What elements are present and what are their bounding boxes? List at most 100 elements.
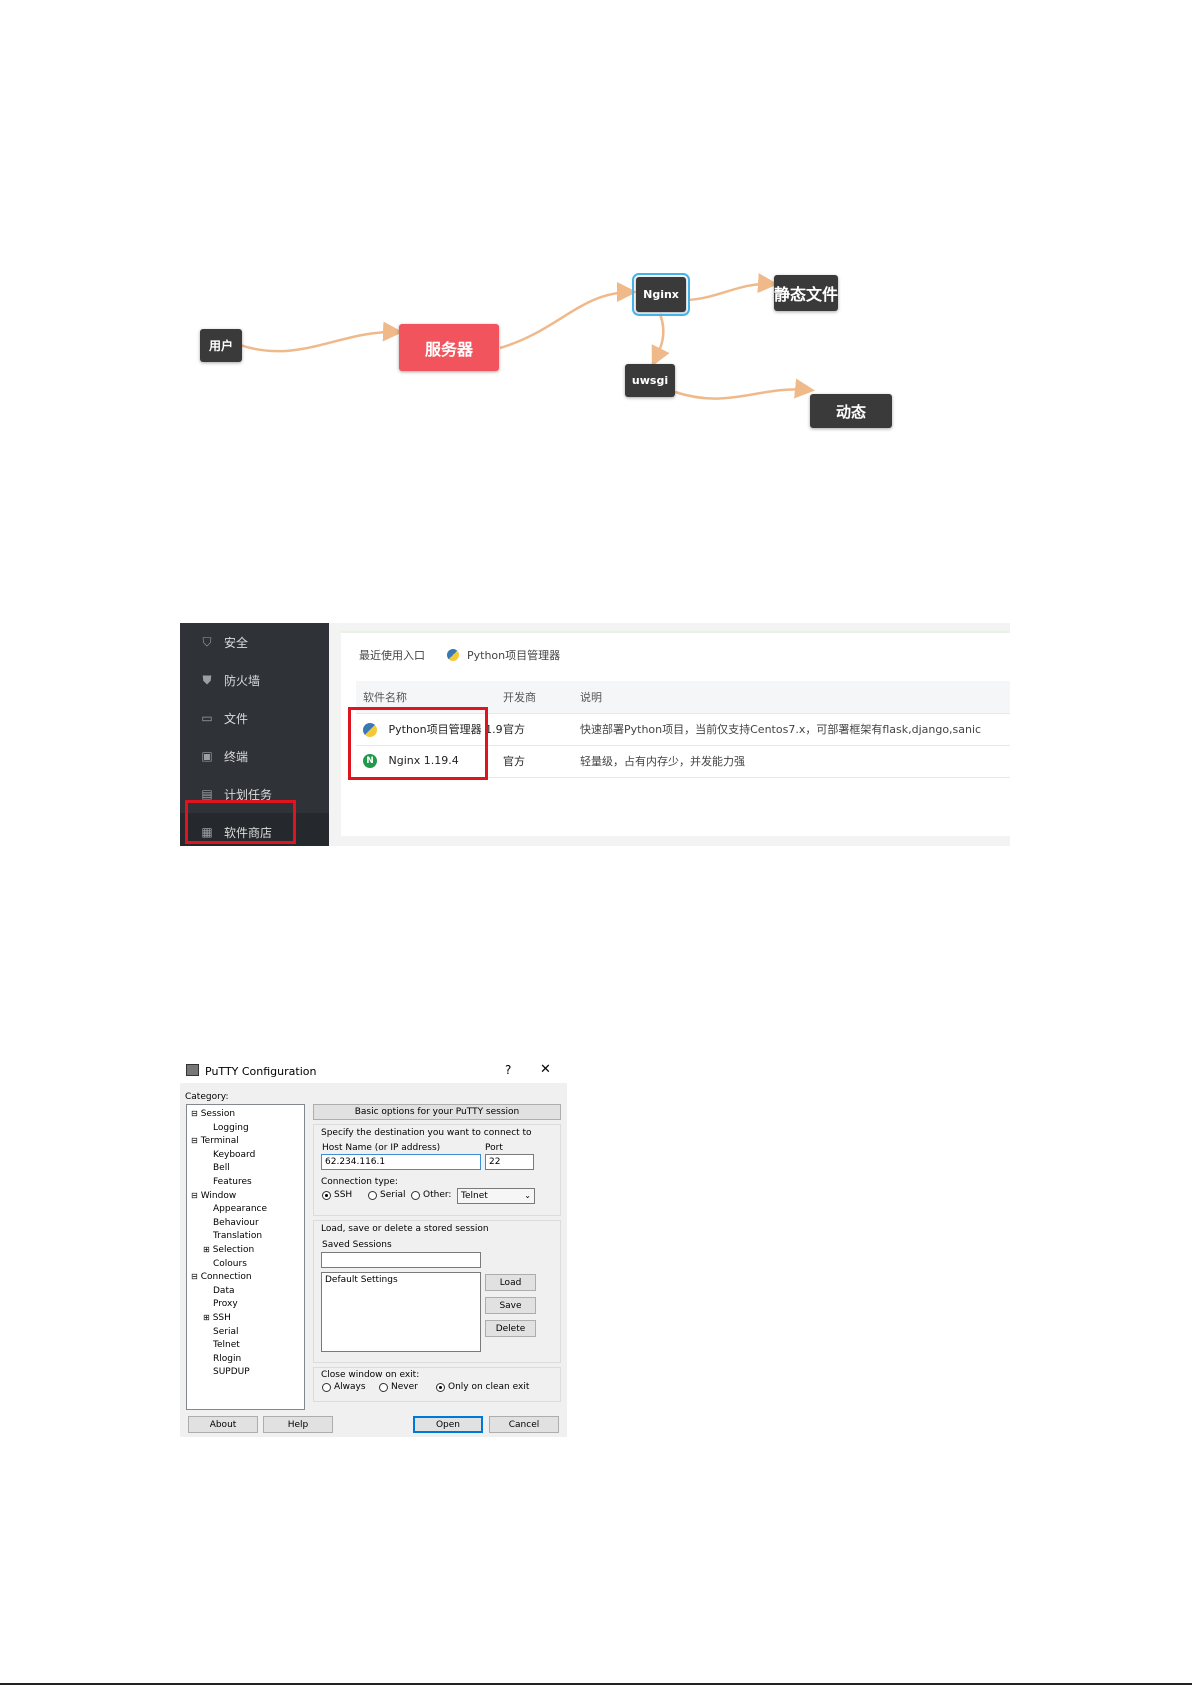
bt-panel-screenshot: ⛉ 安全 ⛊ 防火墙 ▭ 文件 ▣ 终端 ▤ 计划任务 ▦ 软件商店 最近使用入… xyxy=(180,623,1010,846)
edge-uwsgi-dynamic xyxy=(674,378,815,400)
software-desc: 轻量级，占有内存少，并发能力强 xyxy=(580,755,745,768)
tree-item-label: Session xyxy=(200,1109,236,1119)
load-button[interactable]: Load xyxy=(485,1274,536,1291)
saved-sessions-input[interactable] xyxy=(321,1252,481,1268)
tree-item-label: Bell xyxy=(213,1163,230,1174)
node-dynamic: 动态 xyxy=(810,394,892,428)
destination-label: Specify the destination you want to conn… xyxy=(321,1128,532,1138)
tree-item[interactable]: Colours xyxy=(213,1259,247,1269)
about-button[interactable]: About xyxy=(188,1416,258,1433)
help-button[interactable]: Help xyxy=(263,1416,333,1433)
tree-item[interactable]: ⊟ Window xyxy=(191,1191,236,1201)
radio-label: Other: xyxy=(423,1190,452,1200)
radio-dot xyxy=(436,1382,445,1392)
tree-item-label: Translation xyxy=(213,1231,263,1242)
tree-item-label: Logging xyxy=(213,1122,249,1133)
save-button[interactable]: Save xyxy=(485,1297,536,1314)
software-vendor: 官方 xyxy=(503,755,525,768)
cancel-button[interactable]: Cancel xyxy=(489,1416,559,1433)
tree-item[interactable]: Behaviour xyxy=(213,1218,259,1228)
tree-item[interactable]: ⊟ Terminal xyxy=(191,1136,239,1146)
select-value: Telnet xyxy=(461,1191,488,1201)
node-static-files: 静态文件 xyxy=(774,275,838,311)
shield-filled-icon: ⛊ xyxy=(202,673,212,687)
sidebar-item-files[interactable]: ▭ 文件 xyxy=(180,699,329,737)
tree-item-label: Features xyxy=(213,1177,252,1187)
port-label: Port xyxy=(485,1143,503,1153)
tree-item-label: Colours xyxy=(213,1258,247,1269)
radio-serial[interactable]: Serial xyxy=(368,1190,405,1200)
software-vendor: 官方 xyxy=(503,723,525,736)
host-label: Host Name (or IP address) xyxy=(322,1143,441,1153)
tree-item[interactable]: SUPDUP xyxy=(213,1367,250,1377)
col-vendor: 开发商 xyxy=(503,691,536,704)
session-list[interactable]: Default Settings xyxy=(321,1272,481,1352)
category-label: Category: xyxy=(185,1092,229,1102)
help-question-icon[interactable]: ? xyxy=(505,1063,511,1077)
highlight-app-store xyxy=(185,800,296,844)
collapse-icon[interactable]: ⊟ xyxy=(191,1136,198,1145)
tree-item[interactable]: Bell xyxy=(213,1163,230,1173)
list-item[interactable]: Default Settings xyxy=(325,1275,398,1285)
tree-item[interactable]: ⊞ Selection xyxy=(203,1245,254,1255)
tree-item-label: Serial xyxy=(213,1326,239,1337)
expand-icon[interactable]: ⊞ xyxy=(203,1245,210,1254)
col-name: 软件名称 xyxy=(363,691,407,704)
tree-item-label: Behaviour xyxy=(213,1217,259,1228)
tree-item[interactable]: ⊟ Session xyxy=(191,1109,235,1119)
diagram-connectors xyxy=(239,273,815,400)
col-desc: 说明 xyxy=(580,691,602,704)
edge-nginx-static xyxy=(687,273,778,302)
tree-item[interactable]: Data xyxy=(213,1286,235,1296)
recent-item-python[interactable]: Python项目管理器 xyxy=(467,647,560,663)
tree-item[interactable]: Proxy xyxy=(213,1299,238,1309)
sidebar-item-terminal[interactable]: ▣ 终端 xyxy=(180,737,329,775)
close-icon[interactable]: ✕ xyxy=(540,1062,551,1077)
tree-item[interactable]: ⊟ Connection xyxy=(191,1272,252,1282)
tree-item[interactable]: Translation xyxy=(213,1231,262,1241)
open-button[interactable]: Open xyxy=(413,1416,483,1433)
edge-server-nginx xyxy=(499,282,637,350)
tree-item[interactable]: Logging xyxy=(213,1123,249,1133)
collapse-icon[interactable]: ⊟ xyxy=(191,1272,198,1281)
highlight-software-names xyxy=(348,707,488,780)
tree-item[interactable]: Appearance xyxy=(213,1204,267,1214)
collapse-icon[interactable]: ⊟ xyxy=(191,1191,198,1200)
tree-item-label: Data xyxy=(213,1285,235,1296)
title-bar: PuTTY Configuration ? ✕ xyxy=(180,1057,567,1083)
radio-dot xyxy=(379,1382,388,1392)
tree-item-label: Telnet xyxy=(213,1340,240,1351)
tree-item[interactable]: Rlogin xyxy=(213,1354,241,1364)
tree-item[interactable]: Telnet xyxy=(213,1340,240,1350)
other-protocol-select[interactable]: Telnet ⌄ xyxy=(457,1188,535,1204)
radio-ssh[interactable]: SSH xyxy=(322,1190,352,1200)
radio-label: Only on clean exit xyxy=(448,1382,530,1392)
sidebar-item-firewall[interactable]: ⛊ 防火墙 xyxy=(180,661,329,699)
tree-item[interactable]: Keyboard xyxy=(213,1150,255,1160)
tree-item[interactable]: Serial xyxy=(213,1327,238,1337)
radio-label: Never xyxy=(391,1382,418,1392)
expand-icon[interactable]: ⊞ xyxy=(203,1313,210,1322)
radio-dot xyxy=(322,1190,331,1200)
radio-always[interactable]: Always xyxy=(322,1382,366,1392)
radio-only-clean-exit[interactable]: Only on clean exit xyxy=(436,1382,529,1392)
tree-item[interactable]: ⊞ SSH xyxy=(203,1313,231,1323)
port-input[interactable]: 22 xyxy=(485,1154,534,1170)
collapse-icon[interactable]: ⊟ xyxy=(191,1109,198,1118)
radio-other[interactable]: Other: xyxy=(411,1190,451,1200)
category-tree[interactable]: ⊟ Session Logging ⊟ Terminal Keyboard Bell Feat… xyxy=(186,1104,305,1410)
sidebar-item-label: 防火墙 xyxy=(224,673,261,688)
sidebar-item-label: 安全 xyxy=(224,635,249,650)
tree-item[interactable]: Features xyxy=(213,1177,252,1187)
putty-logo-icon xyxy=(186,1064,199,1076)
top-border xyxy=(341,631,1010,633)
putty-config-window: PuTTY Configuration ? ✕ Category: ⊟ Sessi… xyxy=(180,1057,567,1437)
node-server: 服务器 xyxy=(399,324,499,371)
radio-never[interactable]: Never xyxy=(379,1382,418,1392)
sidebar-item-security[interactable]: ⛉ 安全 xyxy=(180,623,329,661)
delete-button[interactable]: Delete xyxy=(485,1320,536,1337)
tree-item-label: Connection xyxy=(200,1272,252,1283)
host-input[interactable]: 62.234.116.1 xyxy=(321,1154,481,1170)
radio-dot xyxy=(322,1382,331,1392)
sidebar-item-label: 终端 xyxy=(224,749,249,764)
